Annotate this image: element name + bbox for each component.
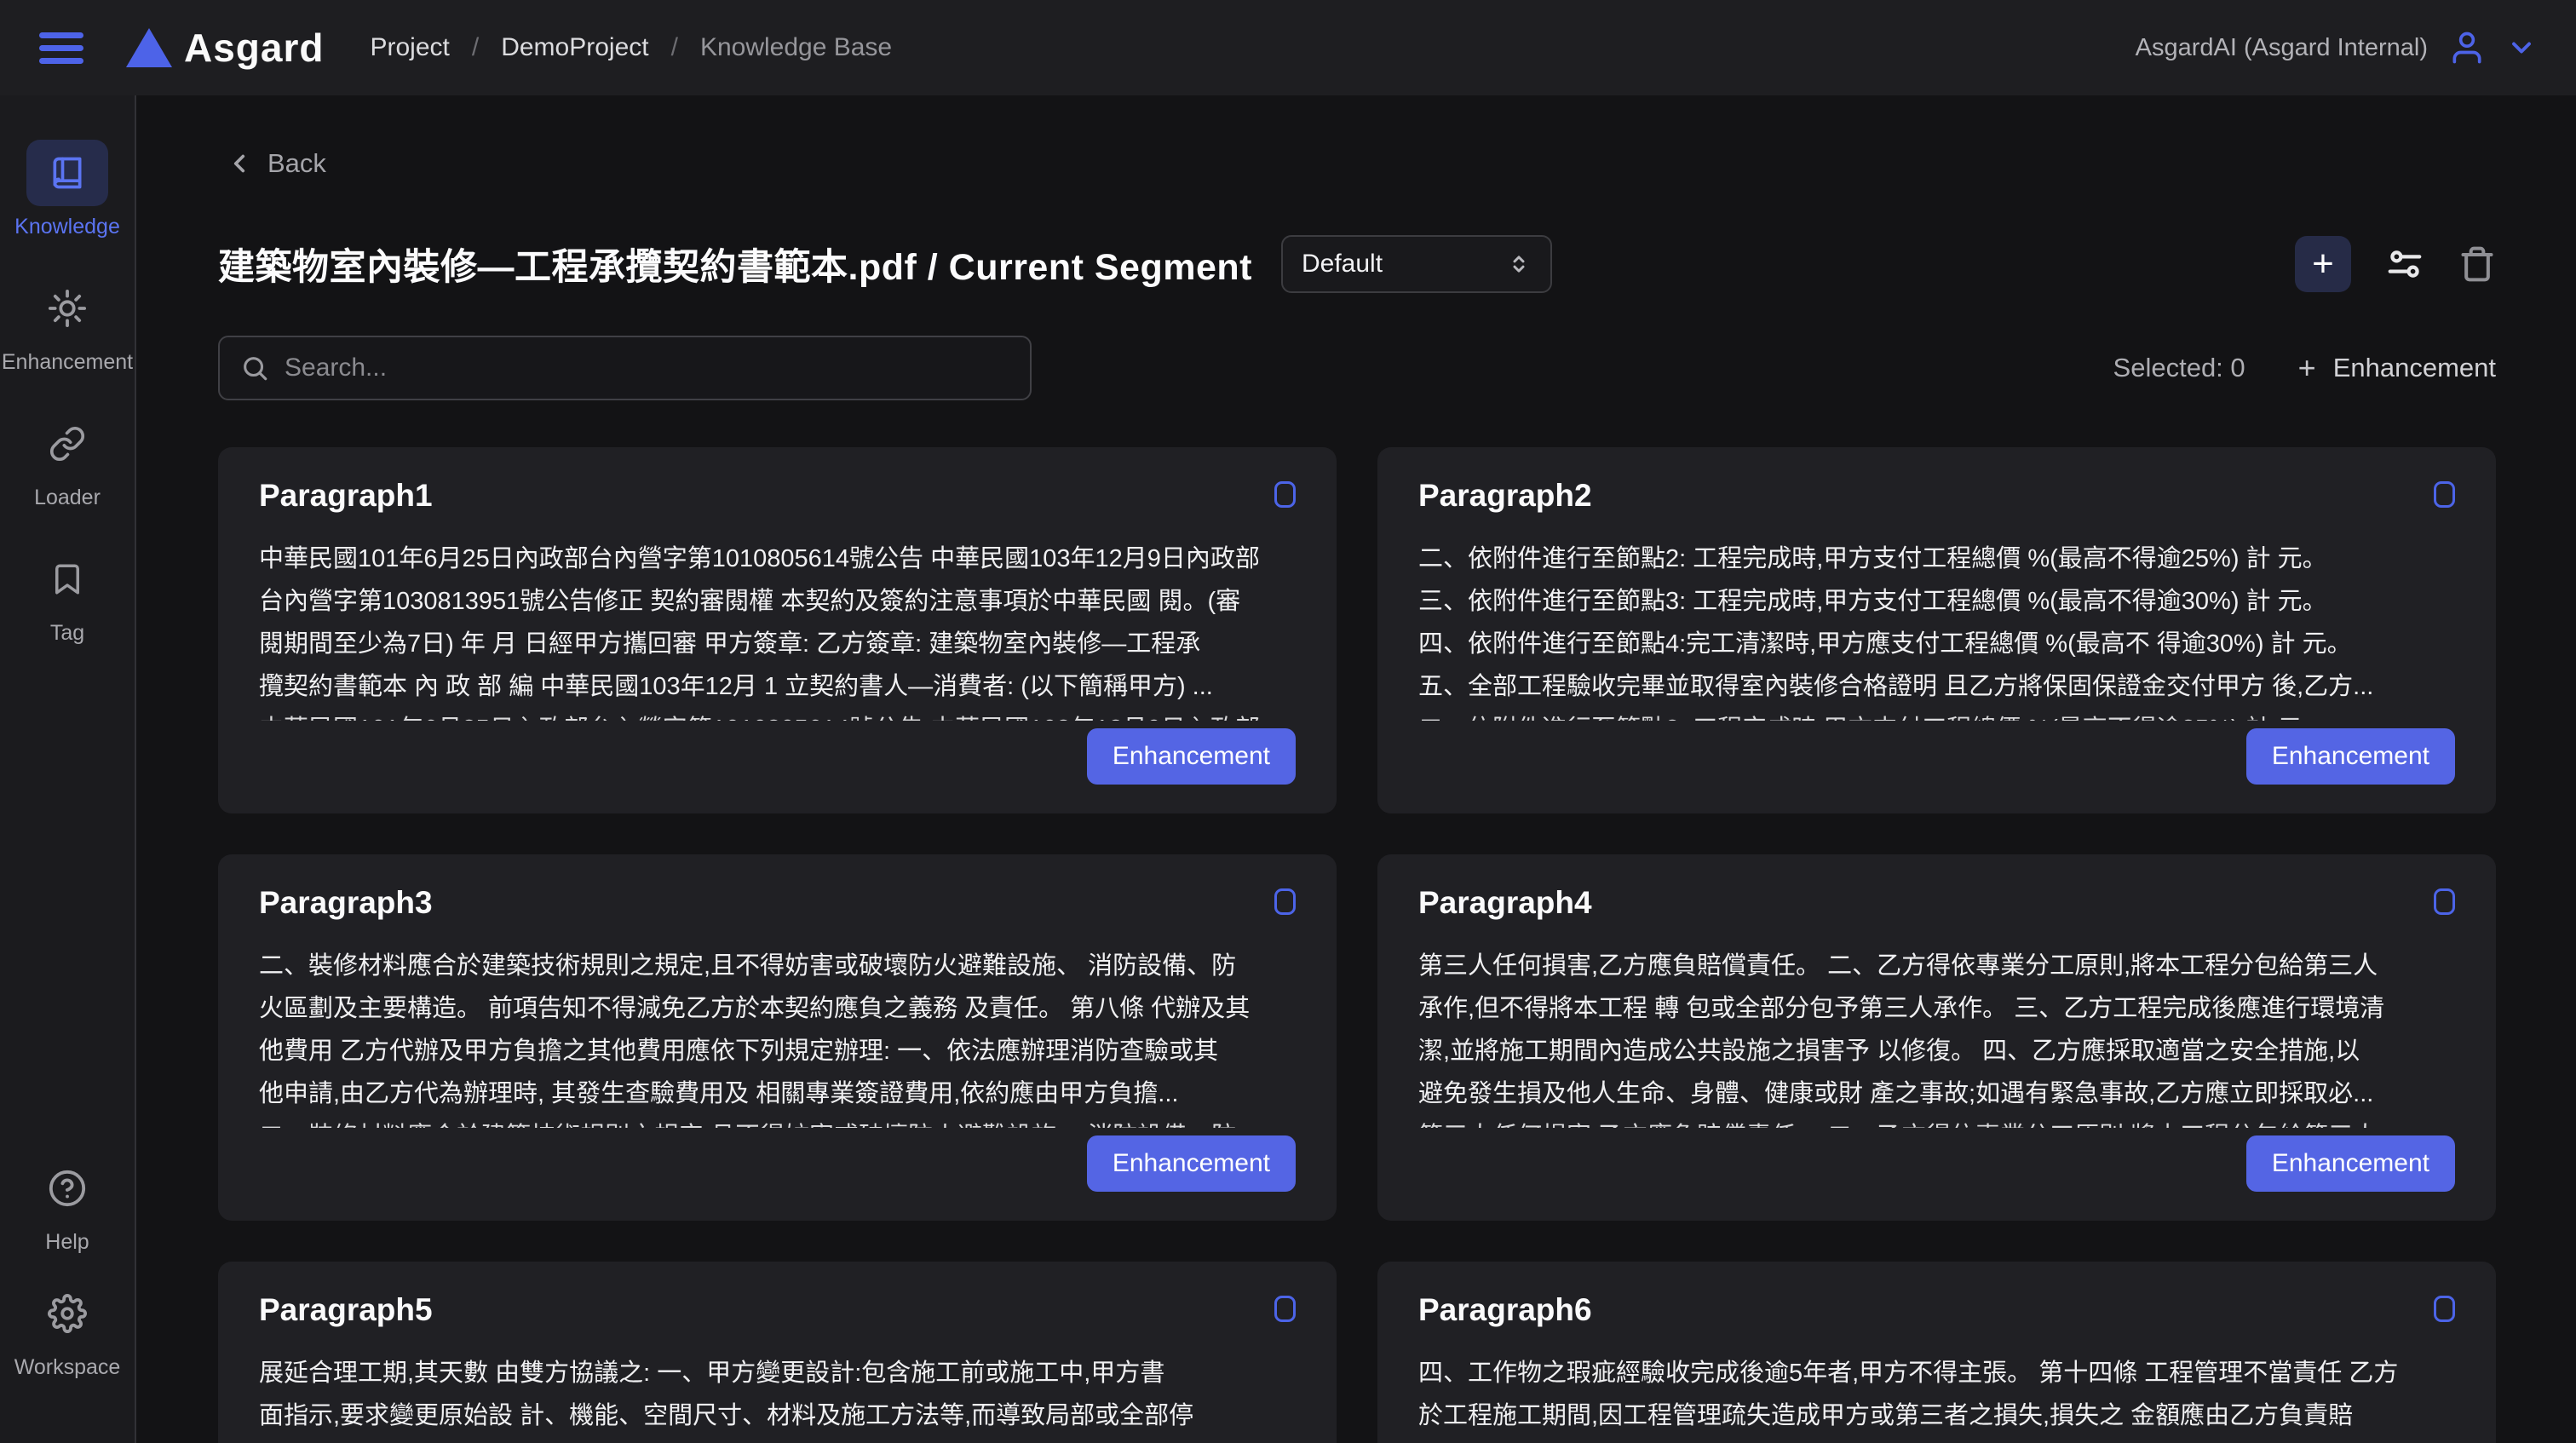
gear-icon <box>48 1294 87 1333</box>
select-chevrons-icon <box>1506 251 1532 277</box>
sidebar-label: Help <box>45 1230 89 1255</box>
search-box <box>218 336 1032 400</box>
plus-icon: + <box>2298 350 2316 386</box>
bookmark-icon <box>49 561 85 597</box>
main-content: Back 建築物室內裝修—工程承攬契約書範本.pdf / Current Seg… <box>136 95 2576 1443</box>
breadcrumb-separator: / <box>671 33 678 62</box>
card-text-clipped: 第三人任何損害,乙方應負賠償責任。 二、乙方得依專業分工原則,將本工程分包給第三… <box>1418 1115 2455 1128</box>
user-icon[interactable] <box>2448 29 2486 66</box>
card-checkbox[interactable] <box>2434 888 2455 915</box>
sidebar-label: Tag <box>50 621 84 646</box>
app-header: Asgard Project / DemoProject / Knowledge… <box>0 0 2576 95</box>
segment-select[interactable]: Default <box>1281 235 1552 293</box>
segment-card-paragraph6: Paragraph6 四、工作物之瑕疵經驗收完成後逾5年者,甲方不得主張。 第十… <box>1377 1262 2496 1443</box>
card-text: 中華民國101年6月25日內政部台內營字第1010805614號公告 中華民國1… <box>259 538 1296 708</box>
card-title: Paragraph3 <box>259 885 433 921</box>
chevron-left-icon <box>225 149 254 178</box>
account-label: AsgardAI (Asgard Internal) <box>2136 34 2428 62</box>
sidebar: Knowledge Enhancement Loader Tag Help Wo <box>0 95 136 1443</box>
card-checkbox[interactable] <box>2434 481 2455 508</box>
plus-icon: + <box>2312 243 2334 285</box>
card-text-clipped: 二、依附件進行至節點2: 工程完成時,甲方支付工程總價 %(最高不得逾25%) … <box>1418 708 2455 721</box>
card-title: Paragraph4 <box>1418 885 1592 921</box>
bulk-enhancement-button[interactable]: + Enhancement <box>2298 350 2496 386</box>
sun-icon <box>48 289 87 328</box>
sidebar-item-knowledge[interactable]: Knowledge <box>14 140 120 239</box>
bulk-enhancement-label: Enhancement <box>2333 353 2496 383</box>
segment-card-paragraph4: Paragraph4 第三人任何損害,乙方應負賠償責任。 二、乙方得依專業分工原… <box>1377 854 2496 1221</box>
book-icon <box>49 154 86 192</box>
enhancement-button[interactable]: Enhancement <box>2246 1135 2455 1192</box>
breadcrumb-project[interactable]: Project <box>370 33 449 62</box>
sidebar-label: Knowledge <box>14 215 120 239</box>
segment-card-paragraph5: Paragraph5 展延合理工期,其天數 由雙方協議之: 一、甲方變更設計:包… <box>218 1262 1337 1443</box>
search-input[interactable] <box>285 354 1009 382</box>
card-checkbox[interactable] <box>1274 1296 1296 1322</box>
sidebar-item-enhancement[interactable]: Enhancement <box>2 275 133 375</box>
breadcrumb-demoproject[interactable]: DemoProject <box>501 33 648 62</box>
card-text: 二、依附件進行至節點2: 工程完成時,甲方支付工程總價 %(最高不得逾25%) … <box>1418 538 2455 708</box>
enhancement-button[interactable]: Enhancement <box>1087 728 1296 785</box>
card-text: 展延合理工期,其天數 由雙方協議之: 一、甲方變更設計:包含施工前或施工中,甲方… <box>259 1352 1296 1443</box>
card-title: Paragraph6 <box>1418 1292 1592 1328</box>
help-circle-icon <box>48 1169 87 1208</box>
card-checkbox[interactable] <box>1274 888 1296 915</box>
enhancement-button[interactable]: Enhancement <box>2246 728 2455 785</box>
breadcrumb-knowledge-base: Knowledge Base <box>700 33 892 62</box>
card-title: Paragraph1 <box>259 478 433 514</box>
selected-count: Selected: 0 <box>2113 353 2245 383</box>
app-name: Asgard <box>184 25 324 71</box>
sidebar-label: Loader <box>34 486 101 510</box>
chevron-down-icon[interactable] <box>2506 32 2537 63</box>
breadcrumb-separator: / <box>472 33 479 62</box>
enhancement-button[interactable]: Enhancement <box>1087 1135 1296 1192</box>
back-label: Back <box>267 148 326 179</box>
card-text-clipped: 中華民國101年6月25日內政部台內營字第1010805614號公告 中華民國1… <box>259 708 1296 721</box>
card-text-clipped: 二、裝修材料應合於建築技術規則之規定,且不得妨害或破壞防火避難設施、 消防設備、… <box>259 1115 1296 1128</box>
triangle-logo-icon <box>126 28 172 67</box>
menu-icon[interactable] <box>39 29 87 66</box>
card-title: Paragraph5 <box>259 1292 433 1328</box>
card-checkbox[interactable] <box>2434 1296 2455 1322</box>
segment-card-grid: Paragraph1 中華民國101年6月25日內政部台內營字第10108056… <box>218 447 2496 1443</box>
trash-icon[interactable] <box>2458 245 2496 283</box>
breadcrumb: Project / DemoProject / Knowledge Base <box>370 33 892 62</box>
card-text: 第三人任何損害,乙方應負賠償責任。 二、乙方得依專業分工原則,將本工程分包給第三… <box>1418 945 2455 1115</box>
segment-card-paragraph1: Paragraph1 中華民國101年6月25日內政部台內營字第10108056… <box>218 447 1337 813</box>
app-logo[interactable]: Asgard <box>126 25 324 71</box>
card-checkbox[interactable] <box>1274 481 1296 508</box>
card-title: Paragraph2 <box>1418 478 1592 514</box>
sidebar-item-loader[interactable]: Loader <box>26 411 108 510</box>
add-segment-button[interactable]: + <box>2295 236 2351 292</box>
segment-card-paragraph2: Paragraph2 二、依附件進行至節點2: 工程完成時,甲方支付工程總價 %… <box>1377 447 2496 813</box>
sidebar-label: Enhancement <box>2 350 133 375</box>
segment-card-paragraph3: Paragraph3 二、裝修材料應合於建築技術規則之規定,且不得妨害或破壞防火… <box>218 854 1337 1221</box>
back-button[interactable]: Back <box>225 148 326 179</box>
sidebar-item-workspace[interactable]: Workspace <box>14 1280 121 1380</box>
sidebar-item-tag[interactable]: Tag <box>26 546 108 646</box>
filter-sliders-icon[interactable] <box>2385 244 2424 284</box>
search-icon <box>240 354 269 382</box>
segment-select-value: Default <box>1302 250 1383 279</box>
sidebar-label: Workspace <box>14 1355 121 1380</box>
link-icon <box>49 425 86 463</box>
card-text: 四、工作物之瑕疵經驗收完成後逾5年者,甲方不得主張。 第十四條 工程管理不當責任… <box>1418 1352 2455 1443</box>
page-title: 建築物室內裝修—工程承攬契約書範本.pdf / Current Segment <box>218 238 1252 290</box>
card-text: 二、裝修材料應合於建築技術規則之規定,且不得妨害或破壞防火避難設施、 消防設備、… <box>259 945 1296 1115</box>
sidebar-item-help[interactable]: Help <box>26 1155 108 1255</box>
